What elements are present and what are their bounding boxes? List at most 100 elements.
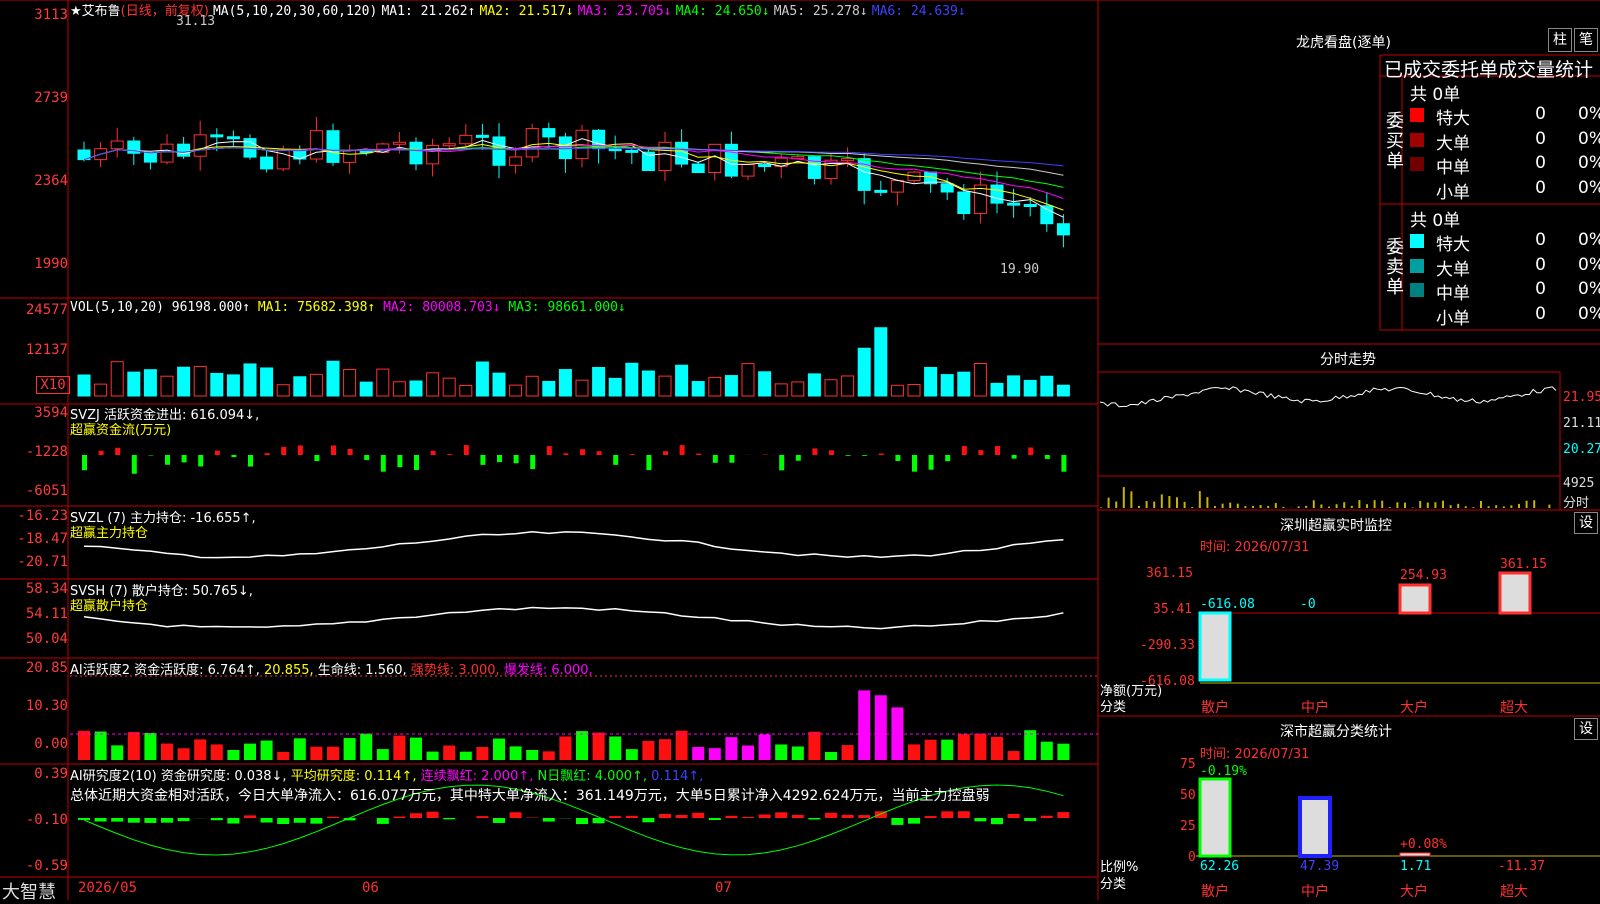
volume-bar — [825, 380, 837, 396]
volume-bar — [360, 382, 372, 396]
sh-bar-mid — [1300, 798, 1330, 856]
research-bar — [111, 818, 123, 822]
sh-val-4: -11.37 — [1498, 859, 1545, 874]
candle-body — [891, 180, 903, 192]
fund-flow-bar — [530, 455, 535, 469]
volume-bar — [277, 385, 289, 396]
ai-active-lifeline: 生命线: 1.560, — [318, 663, 407, 678]
research-bar — [476, 816, 488, 818]
fund-flow-bar — [464, 445, 469, 455]
research-bar — [244, 815, 256, 818]
research-bar — [842, 815, 854, 818]
activity-bar — [543, 751, 555, 760]
activity-bar — [244, 744, 256, 760]
sell-total: 共 0单 — [1410, 206, 1460, 231]
ma1-label: MA1: 21.262↑ — [381, 4, 475, 19]
sell-side-label: 委卖单 — [1386, 238, 1406, 298]
ma-line — [84, 148, 1063, 166]
intraday-volume-bar — [1518, 504, 1520, 508]
sell-row-count: 0 — [1506, 279, 1546, 299]
sz-bar-label-1: -616.08 — [1200, 597, 1255, 612]
main-position-line — [84, 532, 1063, 558]
fund-flow-bar — [248, 455, 253, 467]
candle-body — [327, 131, 339, 163]
fund-flow-bar — [862, 455, 867, 456]
ai-active-tick-1: 20.85 — [0, 660, 68, 676]
research-bar — [709, 818, 721, 820]
brand-logo: 大智慧 — [2, 878, 56, 904]
activity-bar — [78, 731, 90, 760]
volume-bar — [676, 365, 688, 396]
research-bar — [510, 812, 522, 818]
research-bar — [692, 813, 704, 818]
buy-row-count: 0 — [1506, 104, 1546, 124]
intraday-volume-bar — [1115, 502, 1117, 508]
activity-bar — [875, 695, 887, 760]
activity-bar — [559, 736, 571, 760]
intraday-volume-bar — [1548, 505, 1550, 508]
activity-bar — [377, 749, 389, 760]
intraday-volume-bar — [1214, 506, 1216, 508]
intraday-volume-bar — [1472, 507, 1474, 508]
intraday-volume-bar — [1161, 494, 1163, 508]
activity-bar — [427, 752, 439, 760]
research-bar — [427, 812, 439, 818]
fund-flow-bar — [663, 451, 668, 455]
research-bar — [759, 814, 771, 818]
sh-stats-settings-button[interactable]: 设 — [1574, 718, 1598, 740]
volume-bar — [775, 384, 787, 396]
buy-row-pct: 0% — [1578, 153, 1600, 173]
sh-y-3: 25 — [1180, 819, 1196, 834]
activity-bar — [626, 749, 638, 760]
intraday-volume-bar — [1533, 500, 1535, 508]
volume-bar — [1041, 376, 1053, 396]
sell-row-pct: 0% — [1578, 304, 1600, 324]
candle-body — [194, 135, 206, 156]
candle-body — [742, 165, 754, 177]
intraday-volume-bar — [1526, 501, 1528, 508]
ai-active-value: AI活跃度2 资金活跃度: 6.764↑, — [70, 663, 260, 678]
volume-bar — [178, 367, 190, 396]
volume-bar — [244, 364, 256, 396]
svsh-tick-2: 54.11 — [0, 606, 68, 622]
svzl-subtitle: 超赢主力持仓 — [70, 522, 148, 541]
stock-name[interactable]: ★艾布鲁 — [70, 4, 121, 19]
fund-flow-bar — [547, 446, 552, 455]
activity-bar — [178, 748, 190, 760]
intraday-volume-bar — [1206, 497, 1208, 508]
svzl-tick-1: -16.23 — [0, 508, 68, 524]
vol-ma2: MA2: 80008.703↓ — [383, 300, 500, 315]
volume-bar — [576, 380, 588, 396]
sz-monitor-settings-button[interactable]: 设 — [1574, 512, 1598, 534]
activity-bar — [941, 740, 953, 760]
research-bar — [277, 818, 289, 824]
volume-bar — [410, 381, 422, 396]
sh-y-2: 50 — [1180, 788, 1196, 803]
fund-flow-bar — [563, 453, 568, 455]
candle-body — [443, 144, 455, 146]
tick-mode-button[interactable]: 笔 — [1574, 28, 1598, 52]
buy-row-count: 0 — [1506, 129, 1546, 149]
activity-bar — [759, 734, 771, 760]
activity-bar — [842, 745, 854, 760]
research-bar — [161, 818, 173, 823]
research-bar — [493, 818, 505, 823]
activity-bar — [692, 747, 704, 760]
intraday-volume-bar — [1320, 504, 1322, 508]
bar-mode-button[interactable]: 柱 — [1548, 28, 1572, 52]
activity-bar — [410, 738, 422, 760]
activity-bar — [958, 734, 970, 760]
activity-bar — [360, 733, 372, 760]
candle-body — [1041, 206, 1053, 224]
sh-val-1: 62.26 — [1200, 859, 1239, 874]
sz-bar-large — [1400, 585, 1430, 613]
fund-flow-bar — [381, 455, 386, 472]
fund-flow-bar — [265, 453, 270, 455]
intraday-volume-bar — [1465, 506, 1467, 508]
candle-body — [410, 142, 422, 164]
ma5-label: MA5: 25.278↓ — [774, 4, 868, 19]
activity-bar — [526, 750, 538, 760]
fund-flow-bar — [182, 455, 187, 462]
intraday-volume-bar — [1480, 501, 1482, 508]
volume-bar — [709, 377, 721, 396]
